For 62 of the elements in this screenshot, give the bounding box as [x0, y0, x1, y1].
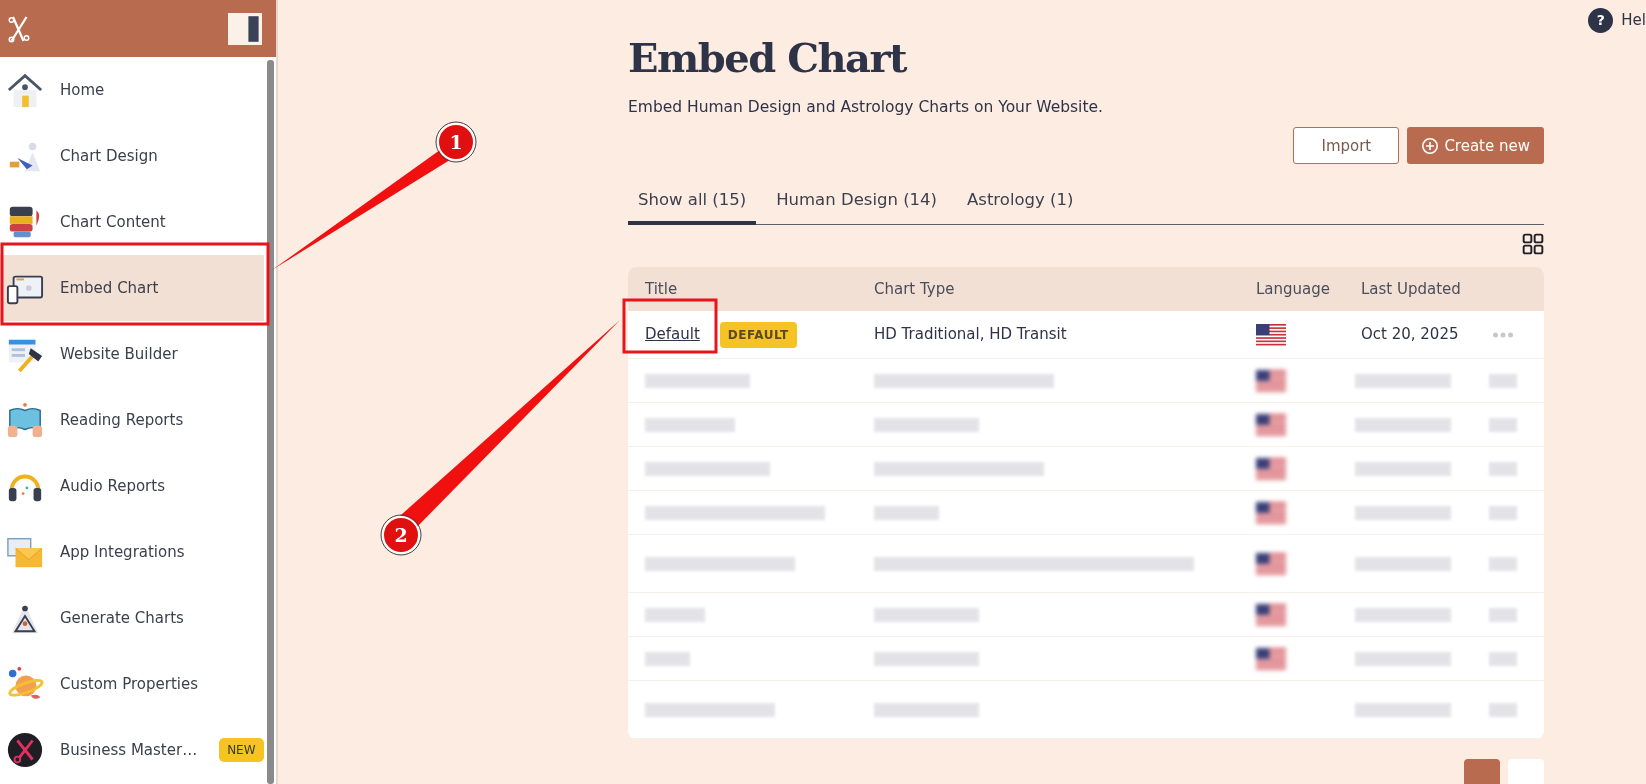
sidebar-item[interactable]: App Integrations [0, 519, 264, 585]
sidebar-item[interactable]: Audio Reports [0, 453, 264, 519]
page-subtitle: Embed Human Design and Astrology Charts on Your Website. [628, 97, 1104, 118]
sidebar-item[interactable]: Generate Charts [0, 585, 264, 651]
new-badge: NEW [219, 738, 264, 762]
redacted-text [1489, 702, 1517, 717]
default-badge: DEFAULT [719, 321, 797, 348]
chart-title-link[interactable]: Default [645, 323, 700, 346]
column-header: Chart Type [874, 279, 955, 298]
sidebar-item-label: Reading Reports [60, 409, 184, 431]
sidebar-toggle-icon[interactable] [228, 12, 262, 45]
sidebar-item[interactable]: Chart Design [0, 123, 264, 189]
table-cell: Oct 20, 2025 [1361, 325, 1459, 344]
grid-view-icon[interactable] [1522, 233, 1544, 255]
redacted-text [1489, 461, 1517, 476]
sidebar-item-label: Chart Design [60, 145, 158, 167]
sidebar-item[interactable]: Custom Properties [0, 651, 264, 717]
redacted-text [1489, 505, 1517, 520]
help-link[interactable]: Hel [1621, 9, 1646, 32]
sidebar-item-label: App Integrations [60, 541, 185, 563]
column-header: Last Updated [1361, 279, 1461, 298]
redacted-text [874, 505, 939, 520]
book-icon [6, 401, 44, 439]
redacted-text [1489, 556, 1517, 571]
sidebar-item[interactable]: Embed Chart [0, 255, 264, 321]
redacted-text [1489, 607, 1517, 622]
scissors-circle-icon [6, 731, 44, 769]
column-header: Title [645, 278, 678, 300]
sidebar-item[interactable]: Home [0, 57, 264, 123]
sidebar-item-label: Custom Properties [60, 673, 199, 695]
sidebar-item-label: Chart Content [60, 211, 166, 233]
callout-badge: 1 [435, 121, 477, 163]
tab[interactable]: Astrology (1) [957, 182, 1084, 225]
help-icon[interactable]: ? [1588, 8, 1614, 33]
sidebar-item[interactable]: Business Master… NEW [0, 717, 264, 783]
callout-badge: 2 [380, 514, 422, 556]
sidebar-item-label: Business Master… [60, 739, 198, 761]
tab[interactable]: Human Design (14) [766, 182, 947, 225]
redacted-text [1489, 651, 1517, 666]
tab[interactable]: Show all (15) [628, 182, 757, 225]
sidebar-item-label: Embed Chart [60, 277, 159, 299]
table-cell: HD Traditional, HD Transit [874, 325, 1067, 344]
redacted-text [645, 607, 705, 622]
sidebar-item-label: Generate Charts [60, 607, 184, 629]
redacted-text [1489, 373, 1517, 388]
page-button[interactable] [1464, 759, 1500, 784]
plus-circle-icon [1421, 136, 1440, 155]
page-title: Embed Chart [628, 34, 908, 82]
redacted-text [1489, 417, 1517, 432]
sidebar-item-label: Home [60, 79, 105, 101]
house-icon [6, 71, 44, 109]
sidebar-item-label: Audio Reports [60, 475, 165, 497]
create-new-button[interactable]: Create new [1407, 127, 1544, 165]
sidebar-item[interactable]: Reading Reports [0, 387, 264, 453]
page-button[interactable] [1508, 759, 1544, 784]
scrollbar[interactable] [267, 60, 274, 784]
sidebar-item[interactable]: Website Builder [0, 321, 264, 387]
column-header: Language [1256, 279, 1331, 298]
redacted-text [645, 651, 690, 666]
import-button[interactable]: Import [1293, 127, 1400, 165]
sidebar-item-label: Website Builder [60, 343, 178, 365]
sidebar-item[interactable]: Chart Content [0, 189, 264, 255]
